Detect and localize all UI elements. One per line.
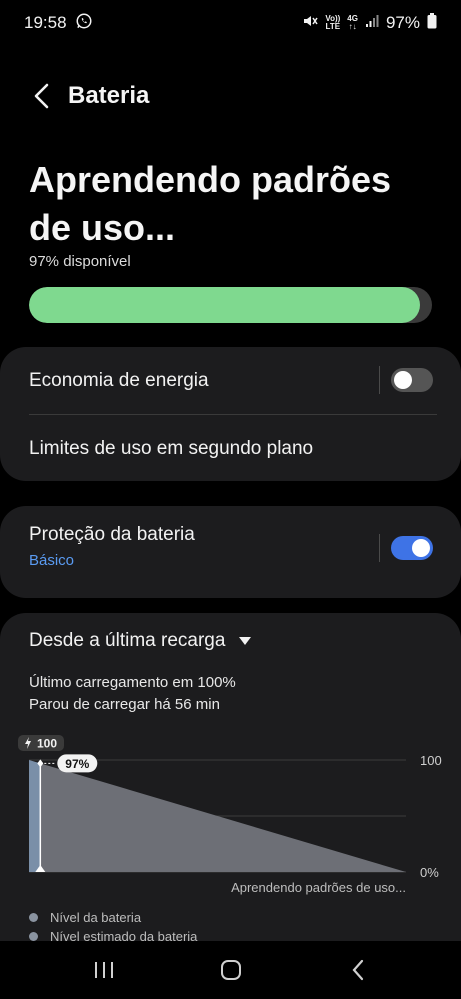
recent-apps-icon [94,962,113,978]
battery-percent: 97% [385,13,420,32]
current-level-label: 97% [65,757,89,771]
chart-annotation: Aprendendo padrões de uso... [231,880,406,895]
navigation-bar [0,941,461,999]
signal-icon [365,13,379,33]
battery-protection-label: Proteção da bateria [29,524,195,545]
background-limits-row[interactable]: Limites de uso em segundo plano [29,433,432,465]
stopped-charging-text: Parou de carregar há 56 min [29,696,220,713]
divider [379,366,380,394]
toggle-knob [394,371,412,389]
page-title: Bateria [68,82,150,109]
volte-indicator: Vo)) LTE [325,15,340,31]
caret-down-icon [239,636,252,645]
battery-protection-card: Proteção da bateria Básico [0,506,461,598]
estimated-area [40,763,407,872]
network-bottom: ↑↓ [348,22,357,31]
volte-bottom: LTE [325,22,341,31]
battery-protection-mode: Básico [29,552,75,569]
chevron-left-icon [34,83,49,109]
charge-badge-label: 100 [37,737,57,751]
nav-back-button[interactable] [328,950,388,990]
legend-dot [29,932,38,941]
legend-dot [29,913,38,922]
network-type-indicator: 4G ↑↓ [347,15,358,31]
battery-chart: 97% 100 100 0% Aprendendo padrões de uso... [18,735,442,895]
battery-icon [427,12,437,34]
divider [29,414,437,415]
battery-available-text: 97% disponível [29,253,131,270]
recent-apps-button[interactable] [74,950,134,990]
back-arrow-icon [352,959,363,981]
power-saving-toggle[interactable] [391,368,433,392]
power-saving-row[interactable]: Economia de energia [29,365,432,397]
battery-level-area [29,760,41,872]
battery-status-title: Aprendendo padrões de uso... [29,159,392,248]
status-left: 19:58 [24,12,93,35]
battery-protection-row[interactable]: Proteção da bateria Básico [29,524,195,569]
back-button[interactable] [18,72,66,120]
last-charge-text: Último carregamento em 100% [29,674,236,691]
battery-level-bar [29,287,432,323]
battery-level-fill [29,287,420,323]
battery-protection-toggle[interactable] [391,536,433,560]
usage-period-label: Desde a última recarga [29,630,226,651]
y-tick-label: 100 [420,753,442,768]
status-right: Vo)) LTE 4G ↑↓ 97% [302,12,437,34]
home-button[interactable] [201,950,261,990]
legend-battery-level: Nível da bateria [29,910,141,925]
power-settings-card: Economia de energia Limites de uso em se… [0,347,461,481]
background-limits-label: Limites de uso em segundo plano [29,438,314,459]
whatsapp-icon [75,12,93,35]
status-bar: 19:58 Vo)) LTE 4G ↑↓ 97% [0,0,461,46]
power-saving-label: Economia de energia [29,370,209,391]
mute-icon [302,13,318,34]
divider [379,534,380,562]
legend-label: Nível da bateria [50,910,142,925]
usage-period-dropdown[interactable]: Desde a última recarga [29,630,252,652]
app-header: Bateria [0,72,461,120]
home-icon [220,960,241,980]
y-tick-label: 0% [420,865,439,880]
status-time: 19:58 [24,13,67,32]
toggle-knob [412,539,430,557]
